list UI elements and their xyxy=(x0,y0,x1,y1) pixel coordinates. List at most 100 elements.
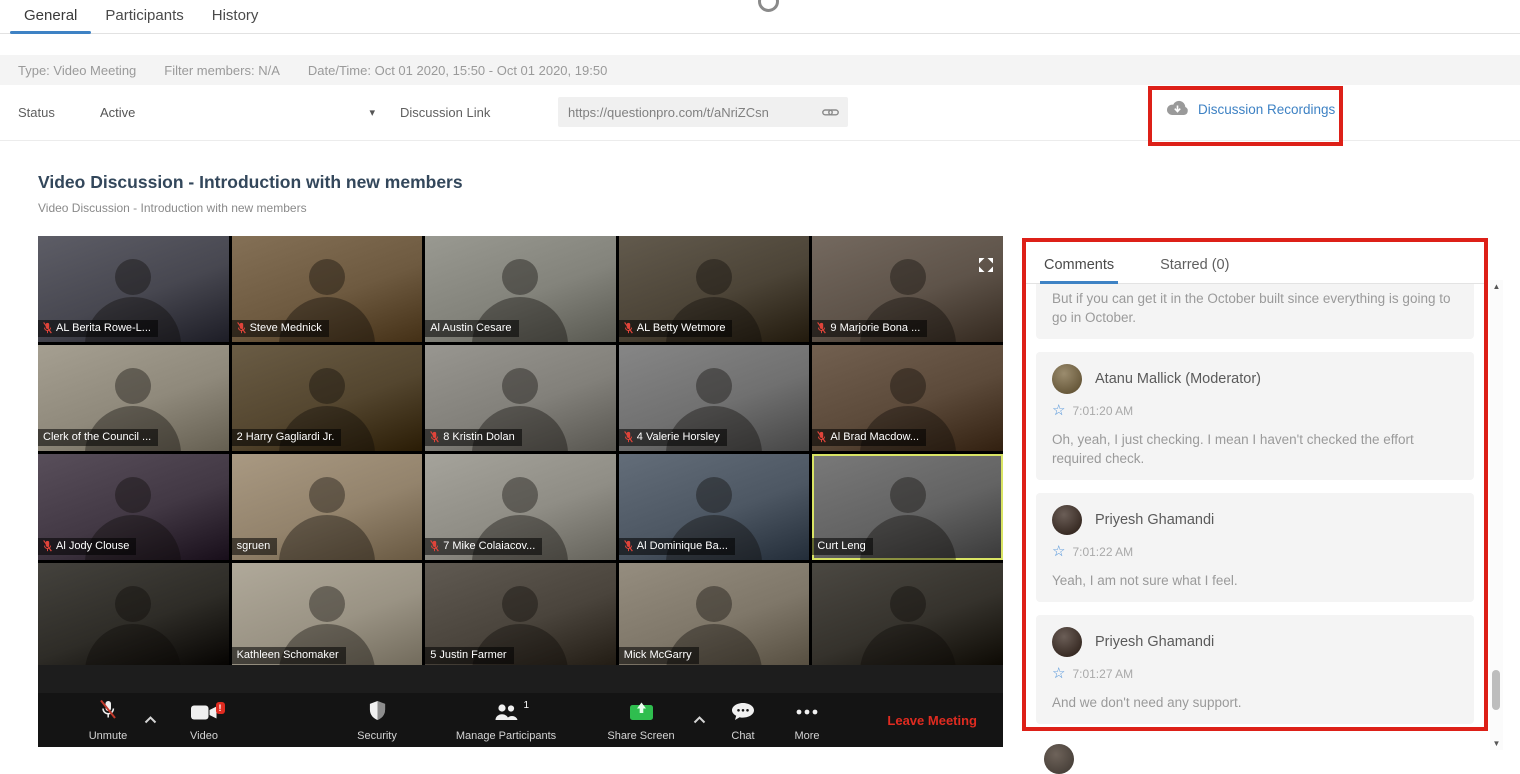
divider xyxy=(0,140,1520,141)
muted-mic-icon xyxy=(623,322,633,334)
tab-general-label: General xyxy=(24,7,78,24)
participant-tile: Kathleen Schomaker xyxy=(231,563,423,665)
comment-card: But if you can get it in the October bui… xyxy=(1036,284,1474,339)
discussion-recordings-button[interactable]: Discussion Recordings xyxy=(1166,100,1335,119)
scroll-up-arrow[interactable]: ▲ xyxy=(1490,280,1503,293)
meta-type: Type: Video Meeting xyxy=(18,62,137,78)
participant-name-label: 2 Harry Gagliardi Jr. xyxy=(231,429,342,446)
participant-name-label: Steve Mednick xyxy=(231,320,329,337)
participant-tile: AL Berita Rowe-L... xyxy=(38,236,229,342)
meeting-meta-bar: Type: Video Meeting Filter members: N/A … xyxy=(0,55,1520,85)
muted-mic-icon xyxy=(817,431,827,443)
more-dots-icon xyxy=(794,703,820,726)
participant-name: Al Jody Clouse xyxy=(56,540,130,552)
participant-name-label: Mick McGarry xyxy=(618,647,699,664)
share-screen-button[interactable]: Share Screen xyxy=(597,698,685,742)
tab-comments[interactable]: Comments xyxy=(1040,249,1119,284)
meta-datetime: Date/Time: Oct 01 2020, 15:50 - Oct 01 2… xyxy=(307,62,608,78)
avatar xyxy=(1052,505,1082,535)
star-comment-icon[interactable]: ☆ xyxy=(1052,544,1065,559)
comment-text: Oh, yeah, I just checking. I mean I have… xyxy=(1052,432,1414,466)
comment-text: Yeah, I am not sure what I feel. xyxy=(1052,573,1238,588)
manage-participants-button[interactable]: 1 Manage Participants xyxy=(441,698,571,742)
participant-name-label: Al Dominique Ba... xyxy=(618,538,735,555)
participant-name-label: Curt Leng xyxy=(812,538,873,555)
participant-name: 4 Valerie Horsley xyxy=(636,431,720,443)
comments-tab-bar: Comments Starred (0) xyxy=(1026,242,1484,284)
comment-card: Atanu Mallick (Moderator) ☆ 7:01:20 AM Oh, … xyxy=(1036,352,1474,480)
tab-starred-label: Starred (0) xyxy=(1160,257,1230,273)
participant-name: 7 Mike Colaiacov... xyxy=(443,540,536,552)
unmute-button[interactable]: Unmute xyxy=(80,698,136,742)
letterbox-strip xyxy=(38,665,1003,693)
chevron-down-icon: ▾ xyxy=(369,106,375,119)
tab-starred[interactable]: Starred (0) xyxy=(1156,249,1233,283)
comments-list: But if you can get it in the October bui… xyxy=(1026,284,1484,727)
participant-tile xyxy=(38,563,229,665)
video-camera-icon: ! xyxy=(190,702,225,726)
participant-name-label: AL Betty Wetmore xyxy=(618,320,733,337)
muted-mic-icon xyxy=(430,431,440,443)
participant-tile: AL Betty Wetmore xyxy=(618,236,810,342)
comment-card: Priyesh Ghamandi ☆ 7:01:22 AM Yeah, I am no… xyxy=(1036,493,1474,602)
tab-participants[interactable]: Participants xyxy=(91,0,197,33)
comment-timestamp: 7:01:22 AM xyxy=(1072,545,1134,559)
participant-tile: 7 Mike Colaiacov... xyxy=(425,454,616,560)
discussion-recordings-label: Discussion Recordings xyxy=(1198,102,1336,117)
scrollbar-thumb[interactable] xyxy=(1492,670,1500,710)
video-meeting-panel: AL Berita Rowe-L... Steve Mednick Al Austi… xyxy=(38,236,1003,747)
meeting-toolbar: Unmute ! Video Security 1 Manage Partici… xyxy=(38,693,1003,747)
more-button[interactable]: More xyxy=(782,698,832,742)
fullscreen-icon[interactable] xyxy=(979,258,993,277)
participant-tile: 2 Harry Gagliardi Jr. xyxy=(231,345,423,451)
participant-name: AL Berita Rowe-L... xyxy=(56,322,151,334)
leave-meeting-button[interactable]: Leave Meeting xyxy=(887,713,977,728)
security-label: Security xyxy=(357,730,397,742)
scroll-down-arrow[interactable]: ▼ xyxy=(1490,737,1503,750)
video-button[interactable]: ! Video xyxy=(179,698,229,742)
more-label: More xyxy=(794,730,820,742)
tab-general[interactable]: General xyxy=(10,0,92,34)
audio-options-chevron[interactable] xyxy=(144,698,157,742)
page-title: Video Discussion - Introduction with new… xyxy=(38,172,463,192)
participant-tile: 4 Valerie Horsley xyxy=(618,345,810,451)
participant-name-label: Kathleen Schomaker xyxy=(231,647,346,664)
participant-tile: 9 Marjorie Bona ... xyxy=(812,236,1003,342)
participant-name-label: 8 Kristin Dolan xyxy=(425,429,522,446)
copy-link-icon[interactable] xyxy=(822,107,839,118)
participant-name: sgruen xyxy=(236,540,271,552)
chat-button[interactable]: Chat xyxy=(720,698,766,742)
participant-name: Al Austin Cesare xyxy=(430,322,512,334)
participant-name-label: 5 Justin Farmer xyxy=(425,647,514,664)
participant-tile: sgruen xyxy=(231,454,423,560)
cloud-download-icon xyxy=(1166,100,1189,119)
share-options-chevron[interactable] xyxy=(693,698,706,742)
participant-name: Al Brad Macdow... xyxy=(830,431,920,443)
muted-mic-icon xyxy=(623,431,633,443)
share-screen-icon xyxy=(629,702,654,726)
status-value: Active xyxy=(100,104,136,120)
star-comment-icon[interactable]: ☆ xyxy=(1052,666,1065,681)
participant-name: Kathleen Schomaker xyxy=(236,649,339,661)
participant-name: AL Betty Wetmore xyxy=(636,322,726,334)
participant-name-label: Al Jody Clouse xyxy=(38,538,137,555)
meta-filter: Filter members: N/A xyxy=(164,62,280,78)
status-dropdown[interactable]: Active ▾ xyxy=(100,98,375,126)
muted-mic-icon xyxy=(430,540,440,552)
partial-comment-avatar xyxy=(1044,744,1074,774)
person-silhouette xyxy=(38,563,229,665)
participant-tile: Al Austin Cesare xyxy=(425,236,616,342)
comments-scrollbar[interactable]: ▲ ▼ xyxy=(1490,280,1503,750)
star-comment-icon[interactable]: ☆ xyxy=(1052,403,1065,418)
participant-tile: Clerk of the Council ... xyxy=(38,345,229,451)
participant-name: 8 Kristin Dolan xyxy=(443,431,515,443)
muted-mic-icon xyxy=(623,540,633,552)
person-silhouette xyxy=(812,563,1003,665)
comment-author: Priyesh Ghamandi xyxy=(1095,512,1215,528)
tab-history[interactable]: History xyxy=(198,0,273,33)
comments-panel: Comments Starred (0) But if you can get … xyxy=(1026,242,1484,727)
security-button[interactable]: Security xyxy=(347,698,407,742)
discussion-link-input[interactable] xyxy=(558,104,822,120)
muted-mic-icon xyxy=(43,322,52,334)
participant-name-label: 9 Marjorie Bona ... xyxy=(812,320,928,337)
